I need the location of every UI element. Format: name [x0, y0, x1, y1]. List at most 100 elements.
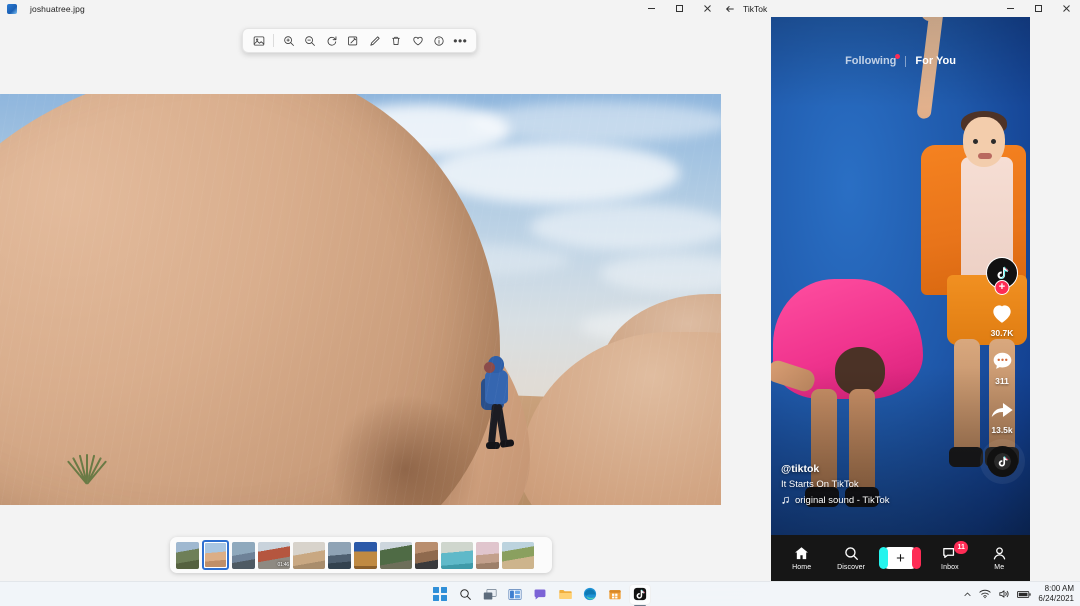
search-icon [459, 588, 471, 600]
back-arrow-icon[interactable] [721, 0, 739, 17]
delete-button[interactable] [385, 31, 406, 51]
chat-icon [534, 589, 546, 599]
taskbar-icons [429, 583, 651, 605]
music-disc-icon [986, 446, 1018, 477]
photos-titlebar[interactable]: joshuatree.jpg [0, 0, 721, 17]
nav-create[interactable]: + [878, 547, 922, 569]
photo-image [0, 94, 721, 505]
system-tray: 8:00 AM 6/24/2021 [963, 584, 1074, 604]
photo-viewer-canvas[interactable] [0, 94, 721, 505]
nav-home[interactable]: Home [780, 545, 824, 571]
list-item[interactable] [380, 541, 412, 569]
store-button[interactable] [604, 584, 626, 605]
volume-icon[interactable] [998, 589, 1010, 599]
edit-button[interactable] [364, 31, 385, 51]
plus-icon[interactable]: + [879, 547, 922, 569]
crop-button[interactable] [343, 31, 364, 51]
list-item[interactable] [232, 541, 255, 569]
video-description: It Starts On TikTok [781, 479, 859, 490]
taskbar-clock[interactable]: 8:00 AM 6/24/2021 [1038, 584, 1074, 604]
video-action-rail: + 30.7K 311 13.5k [978, 257, 1026, 477]
hiker-figure [480, 356, 516, 466]
list-item[interactable] [354, 541, 377, 569]
follow-button[interactable]: + [994, 280, 1010, 295]
home-icon [795, 547, 809, 560]
heart-icon [993, 305, 1011, 323]
tab-following[interactable]: Following [845, 54, 901, 67]
person-icon [993, 547, 1005, 560]
nav-discover[interactable]: Discover [829, 545, 873, 571]
share-arrow-icon [991, 402, 1013, 418]
comment-count: 311 [995, 376, 1009, 386]
tiktok-close-button[interactable] [1052, 0, 1080, 17]
windows-logo-icon [433, 587, 447, 601]
nav-inbox[interactable]: 11 Inbox [928, 541, 972, 571]
music-attribution[interactable]: original sound - TikTok [781, 495, 966, 506]
share-button[interactable]: 13.5k [989, 397, 1015, 435]
ellipsis-icon: ••• [453, 33, 468, 48]
comment-button[interactable]: 311 [990, 349, 1015, 386]
tiktok-video-feed[interactable]: Following For You + 30.7K 311 13.5k @tik… [771, 17, 1030, 581]
tab-divider [905, 55, 907, 67]
file-explorer-button[interactable] [554, 584, 576, 605]
more-options-button[interactable]: ••• [450, 31, 471, 51]
creator-avatar[interactable]: + [986, 257, 1018, 295]
nav-inbox-label: Inbox [941, 564, 959, 571]
list-item-selected[interactable] [202, 540, 229, 570]
chevron-up-icon[interactable] [963, 590, 972, 599]
favorite-button[interactable] [407, 31, 428, 51]
list-item[interactable] [293, 541, 325, 569]
nav-me[interactable]: Me [977, 545, 1021, 571]
list-item[interactable] [176, 541, 199, 569]
nav-me-label: Me [994, 564, 1005, 571]
tiktok-taskbar-button[interactable] [629, 583, 651, 605]
edge-browser-icon [583, 587, 597, 601]
like-button[interactable]: 30.7K [989, 300, 1015, 338]
folder-icon [558, 589, 572, 599]
photos-app-icon [7, 3, 17, 14]
nav-discover-label: Discover [837, 564, 866, 571]
zoom-in-button[interactable] [278, 31, 299, 51]
tiktok-bottom-nav: Home Discover + 11 Inbox Me [771, 535, 1030, 581]
tab-for-you-label: For You [915, 55, 956, 67]
rotate-button[interactable] [321, 31, 342, 51]
list-item[interactable] [441, 541, 473, 569]
creator-username[interactable]: @tiktok [781, 463, 966, 475]
list-item-video[interactable]: 01:46 [258, 541, 290, 569]
photo-filmstrip: 01:46 [170, 537, 552, 573]
info-button[interactable] [428, 31, 449, 51]
tiktok-titlebar[interactable]: TikTok [721, 0, 1080, 17]
fit-to-window-button[interactable] [248, 31, 269, 51]
tiktok-maximize-button[interactable] [1024, 0, 1052, 17]
tab-for-you[interactable]: For You [915, 55, 956, 67]
tiktok-minimize-button[interactable] [996, 0, 1024, 17]
avatar[interactable]: + [986, 257, 1018, 295]
list-item[interactable] [415, 541, 438, 569]
photos-close-button[interactable] [693, 0, 721, 17]
taskbar: 8:00 AM 6/24/2021 [0, 581, 1080, 606]
list-item[interactable] [328, 541, 351, 569]
photos-window-title: joshuatree.jpg [30, 3, 85, 14]
photos-minimize-button[interactable] [637, 0, 665, 17]
start-button[interactable] [429, 584, 451, 605]
list-item[interactable] [476, 541, 499, 569]
photos-window-controls [637, 0, 721, 17]
photos-maximize-button[interactable] [665, 0, 693, 17]
chat-button[interactable] [529, 584, 551, 605]
task-view-button[interactable] [479, 584, 501, 605]
widgets-button[interactable] [504, 584, 526, 605]
photos-window: joshuatree.jpg ••• 01:46 [0, 0, 721, 581]
edge-button[interactable] [579, 584, 601, 605]
music-note-icon [782, 496, 789, 504]
battery-icon[interactable] [1017, 590, 1032, 599]
tiktok-icon [633, 587, 647, 601]
zoom-out-button[interactable] [300, 31, 321, 51]
toolbar-separator [273, 34, 275, 47]
sound-disc-button[interactable] [986, 446, 1018, 477]
wifi-icon[interactable] [979, 589, 992, 599]
search-button[interactable] [454, 584, 476, 605]
inbox-badge: 11 [954, 541, 968, 554]
list-item[interactable] [502, 541, 534, 569]
task-view-icon [483, 588, 497, 600]
clock-date: 6/24/2021 [1038, 594, 1074, 603]
